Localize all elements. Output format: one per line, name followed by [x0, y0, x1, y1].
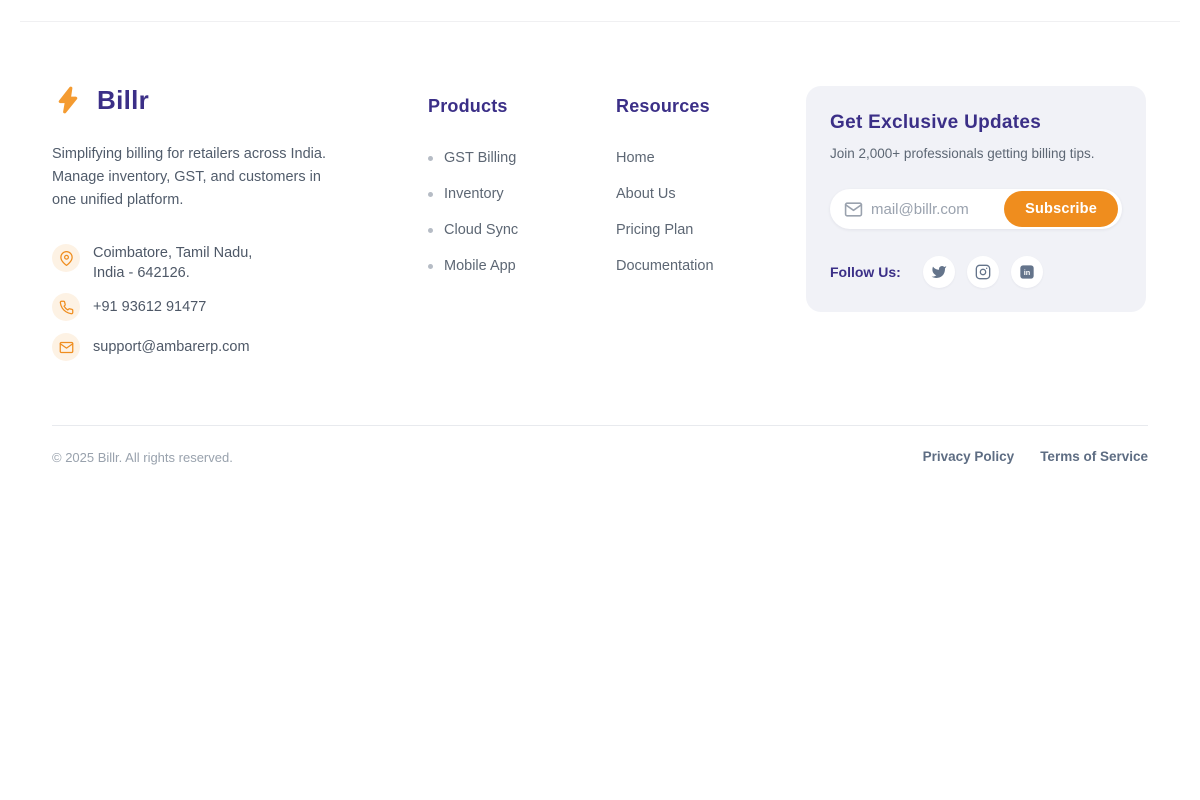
follow-us-label: Follow Us:: [830, 264, 901, 280]
top-divider: [20, 21, 1180, 22]
description-line: one unified platform.: [52, 189, 326, 212]
bullet-dot: [428, 192, 433, 197]
link-label: GST Billing: [444, 150, 516, 166]
instagram-icon[interactable]: [967, 256, 999, 288]
email-input[interactable]: [871, 190, 999, 228]
follow-us-row: Follow Us: in: [830, 256, 1055, 288]
link-label: Documentation: [616, 258, 714, 274]
resource-link-documentation[interactable]: Documentation: [616, 256, 714, 276]
newsletter-subtitle: Join 2,000+ professionals getting billin…: [830, 146, 1095, 161]
footer-page: Billr Simplifying billing for retailers …: [0, 0, 1200, 800]
link-label: Inventory: [444, 186, 504, 202]
brand-name: Billr: [97, 85, 149, 116]
contact-address: Coimbatore, Tamil Nadu, India - 642126.: [52, 241, 252, 283]
resource-link-about-us[interactable]: About Us: [616, 184, 714, 204]
terms-of-service-link[interactable]: Terms of Service: [1040, 449, 1148, 464]
bullet-dot: [428, 156, 433, 161]
contact-email: support@ambarerp.com: [52, 333, 250, 361]
link-label: Home: [616, 150, 655, 166]
address-text: Coimbatore, Tamil Nadu, India - 642126.: [93, 241, 252, 283]
newsletter-card: Get Exclusive Updates Join 2,000+ profes…: [806, 86, 1146, 312]
product-link-inventory[interactable]: Inventory: [428, 184, 518, 204]
product-link-mobile-app[interactable]: Mobile App: [428, 256, 518, 276]
footer-resources-column: Resources Home About Us Pricing Plan Doc…: [616, 96, 714, 292]
link-label: Pricing Plan: [616, 222, 693, 238]
resources-heading: Resources: [616, 96, 714, 117]
description-line: Manage inventory, GST, and customers in: [52, 166, 326, 189]
link-label: Cloud Sync: [444, 222, 518, 238]
brand-description: Simplifying billing for retailers across…: [52, 143, 326, 212]
resource-link-home[interactable]: Home: [616, 148, 714, 168]
mail-icon: [844, 200, 863, 219]
bottom-links: Privacy Policy Terms of Service: [923, 449, 1148, 464]
subscribe-button[interactable]: Subscribe: [1004, 191, 1118, 227]
address-line: India - 642126.: [93, 263, 252, 283]
brand-logo[interactable]: Billr: [52, 83, 149, 117]
address-line: Coimbatore, Tamil Nadu,: [93, 243, 252, 263]
bullet-dot: [428, 264, 433, 269]
resource-link-pricing-plan[interactable]: Pricing Plan: [616, 220, 714, 240]
phone-number: +91 93612 91477: [93, 299, 206, 315]
mail-icon: [52, 333, 80, 361]
bottom-divider: [52, 425, 1148, 426]
products-heading: Products: [428, 96, 518, 117]
newsletter-title: Get Exclusive Updates: [830, 112, 1041, 134]
svg-text:in: in: [1024, 268, 1031, 277]
product-link-gst-billing[interactable]: GST Billing: [428, 148, 518, 168]
newsletter-form: Subscribe: [830, 189, 1122, 229]
bolt-logo-icon: [52, 83, 84, 117]
email-address: support@ambarerp.com: [93, 339, 250, 355]
contact-phone: +91 93612 91477: [52, 293, 206, 321]
link-label: About Us: [616, 186, 676, 202]
phone-icon: [52, 293, 80, 321]
copyright-text: © 2025 Billr. All rights reserved.: [52, 450, 233, 465]
privacy-policy-link[interactable]: Privacy Policy: [923, 449, 1015, 464]
description-line: Simplifying billing for retailers across…: [52, 143, 326, 166]
bullet-dot: [428, 228, 433, 233]
link-label: Mobile App: [444, 258, 516, 274]
linkedin-icon[interactable]: in: [1011, 256, 1043, 288]
twitter-icon[interactable]: [923, 256, 955, 288]
map-pin-icon: [52, 244, 80, 272]
footer-products-column: Products GST Billing Inventory Cloud Syn…: [428, 96, 518, 292]
product-link-cloud-sync[interactable]: Cloud Sync: [428, 220, 518, 240]
